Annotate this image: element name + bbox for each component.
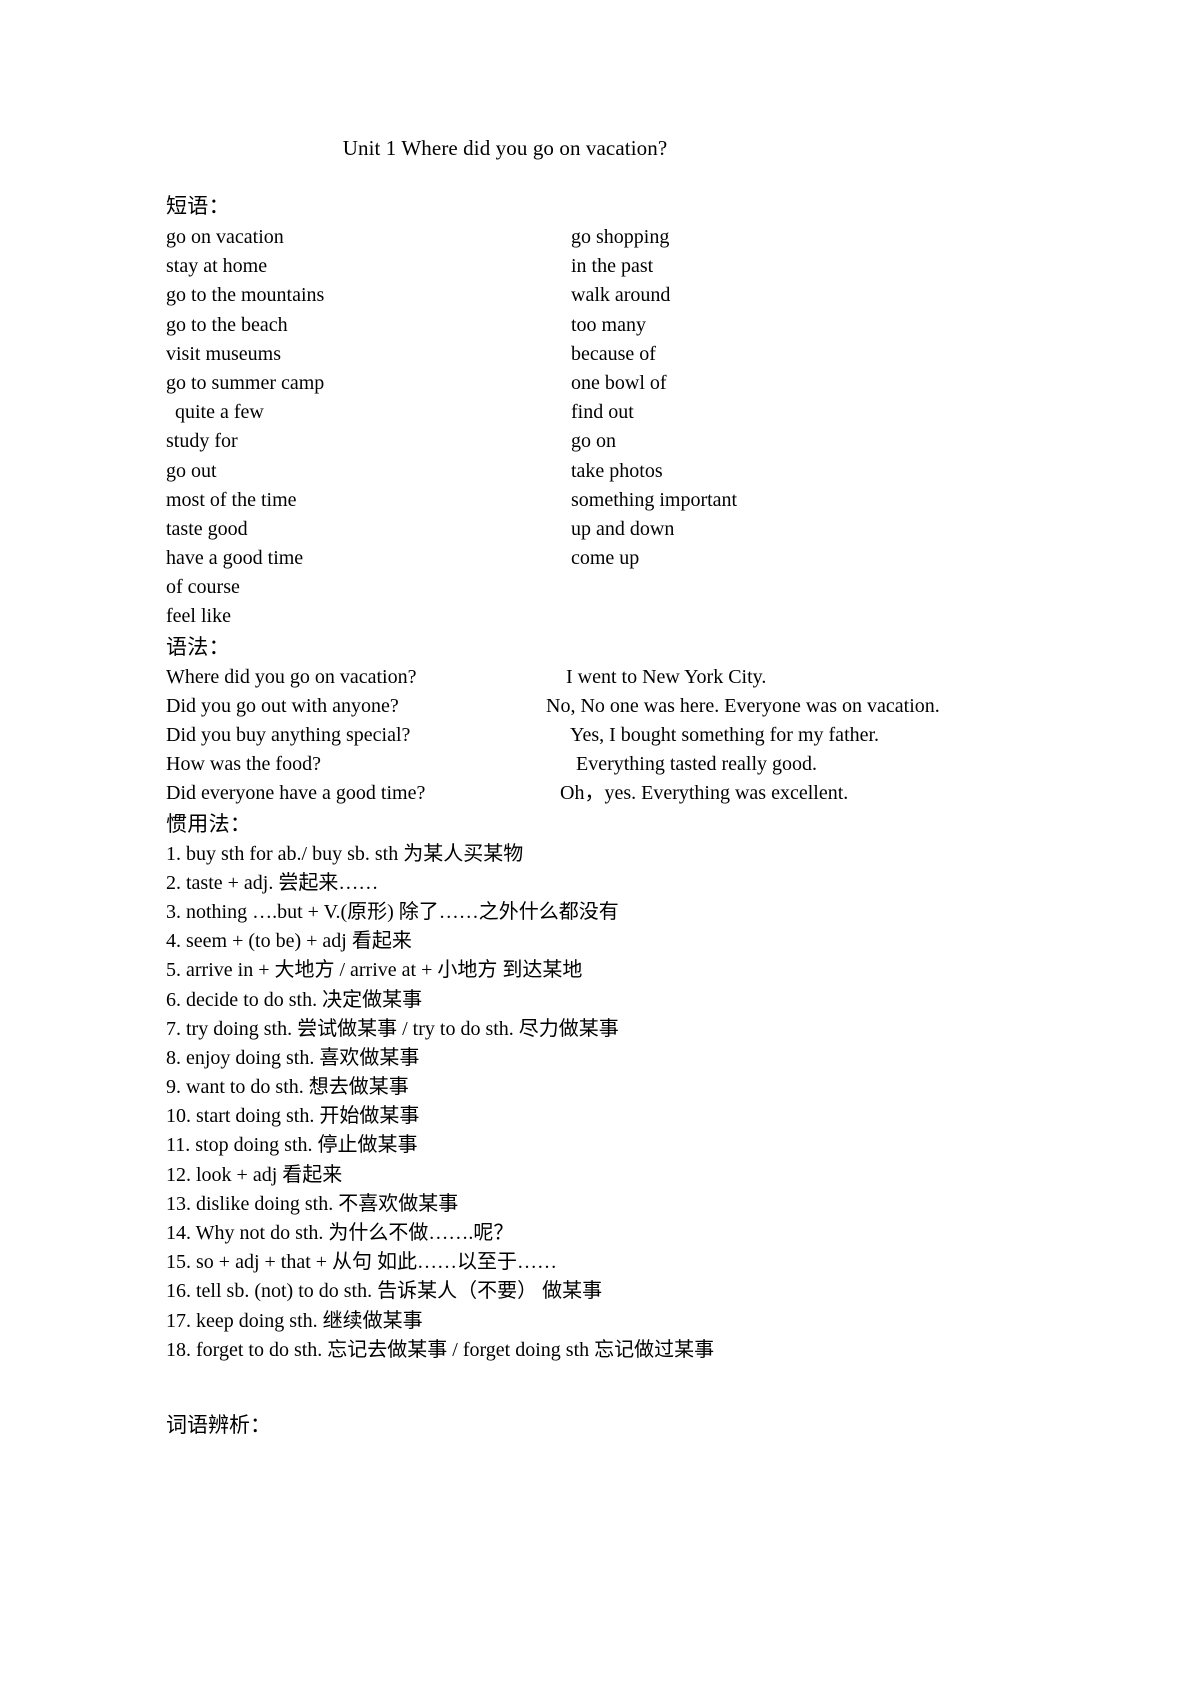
phrase-left: have a good time bbox=[166, 547, 304, 570]
grammar-qa-row: Where did you go on vacation? I went to … bbox=[166, 663, 1046, 692]
usage-list: 1. buy sth for ab./ buy sb. sth 为某人买某物 2… bbox=[166, 840, 1046, 1365]
usage-item: 9. want to do sth. 想去做某事 bbox=[166, 1076, 409, 1099]
phrase-row: go to the mountains walk around bbox=[166, 281, 1046, 310]
usage-item: 12. look + adj 看起来 bbox=[166, 1163, 343, 1186]
document-page: Unit 1 Where did you go on vacation? 短语：… bbox=[0, 0, 1200, 1698]
phrase-right: in the past bbox=[571, 255, 654, 278]
phrase-right: come up bbox=[571, 547, 640, 570]
grammar-heading: 语法： bbox=[166, 634, 230, 659]
phrase-left: stay at home bbox=[166, 255, 268, 278]
phrase-left: go to summer camp bbox=[166, 371, 325, 394]
phrase-right: find out bbox=[571, 401, 634, 424]
phrase-right: go on bbox=[571, 430, 616, 453]
phrase-row: most of the time something important bbox=[166, 486, 1046, 515]
grammar-qa-list: Where did you go on vacation? I went to … bbox=[166, 663, 1046, 809]
grammar-question: Did everyone have a good time? bbox=[166, 782, 426, 805]
phrase-left: visit museums bbox=[166, 342, 282, 365]
phrases-heading: 短语： bbox=[166, 194, 230, 218]
phrase-row: have a good time come up bbox=[166, 544, 1046, 573]
phrase-right: because of bbox=[571, 342, 656, 365]
phrase-row: go to the beach too many bbox=[166, 311, 1046, 340]
grammar-question: Where did you go on vacation? bbox=[166, 665, 417, 688]
grammar-qa-row: Did you go out with anyone? No, No one w… bbox=[166, 692, 1046, 721]
phrase-right: walk around bbox=[571, 284, 671, 307]
usage-item: 10. start doing sth. 开始做某事 bbox=[166, 1105, 420, 1128]
usage-item: 11. stop doing sth. 停止做某事 bbox=[166, 1134, 418, 1157]
phrase-left: taste good bbox=[166, 517, 248, 540]
grammar-answer: Oh，yes. Everything was excellent. bbox=[560, 782, 849, 805]
usage-item: 4. seem + (to be) + adj 看起来 bbox=[166, 930, 412, 953]
phrase-right: too many bbox=[571, 313, 646, 336]
phrase-right: up and down bbox=[571, 517, 675, 540]
grammar-qa-row: Did everyone have a good time? Oh，yes. E… bbox=[166, 779, 1046, 808]
phrase-row: feel like bbox=[166, 602, 1046, 631]
grammar-answer: No, No one was here. Everyone was on vac… bbox=[546, 694, 940, 717]
grammar-question: Did you go out with anyone? bbox=[166, 694, 399, 717]
usage-item: 16. tell sb. (not) to do sth. 告诉某人（不要） 做… bbox=[166, 1280, 603, 1303]
phrase-left: feel like bbox=[166, 605, 231, 628]
phrase-row: quite a few find out bbox=[166, 398, 1046, 427]
phrase-right: take photos bbox=[571, 459, 663, 482]
usage-item: 2. taste + adj. 尝起来…… bbox=[166, 871, 379, 894]
phrase-row: go on vacation go shopping bbox=[166, 223, 1046, 252]
usage-item: 5. arrive in + 大地方 / arrive at + 小地方 到达某… bbox=[166, 959, 583, 982]
usage-item: 1. buy sth for ab./ buy sb. sth 为某人买某物 bbox=[166, 842, 524, 865]
phrase-row: study for go on bbox=[166, 427, 1046, 456]
phrase-left: go to the beach bbox=[166, 313, 288, 336]
grammar-question: How was the food? bbox=[166, 753, 321, 776]
usage-item: 17. keep doing sth. 继续做某事 bbox=[166, 1309, 423, 1332]
grammar-answer: Yes, I bought something for my father. bbox=[570, 724, 880, 746]
phrase-right: one bowl of bbox=[571, 371, 667, 394]
grammar-question: Did you buy anything special? bbox=[166, 724, 411, 746]
phrase-row: taste good up and down bbox=[166, 515, 1046, 544]
usage-item: 14. Why not do sth. 为什么不做…….呢？ bbox=[166, 1222, 514, 1244]
phrase-row: visit museums because of bbox=[166, 340, 1046, 369]
usage-item: 13. dislike doing sth. 不喜欢做某事 bbox=[166, 1192, 459, 1215]
grammar-answer: Everything tasted really good. bbox=[576, 753, 818, 776]
phrase-list: go on vacation go shopping stay at home … bbox=[166, 223, 1046, 632]
usage-item: 8. enjoy doing sth. 喜欢做某事 bbox=[166, 1046, 420, 1069]
usage-item: 3. nothing ….but + V.(原形) 除了……之外什么都没有 bbox=[166, 900, 619, 923]
grammar-qa-row: How was the food? Everything tasted real… bbox=[166, 750, 1046, 779]
phrase-left: most of the time bbox=[166, 488, 297, 511]
grammar-answer: I went to New York City. bbox=[566, 665, 767, 688]
phrase-row: of course bbox=[166, 573, 1046, 602]
page-title: Unit 1 Where did you go on vacation? bbox=[342, 136, 668, 160]
usage-heading: 惯用法： bbox=[166, 811, 252, 836]
phrase-left: quite a few bbox=[175, 401, 264, 424]
phrase-left: go on vacation bbox=[166, 226, 284, 248]
phrase-left: study for bbox=[166, 430, 238, 453]
usage-item: 15. so + adj + that + 从句 如此……以至于…… bbox=[166, 1251, 558, 1274]
phrase-left: go to the mountains bbox=[166, 284, 325, 307]
usage-item: 18. forget to do sth. 忘记去做某事 / forget do… bbox=[166, 1338, 715, 1361]
phrase-right: something important bbox=[571, 488, 738, 511]
phrase-row: go out take photos bbox=[166, 457, 1046, 486]
phrase-right: go shopping bbox=[571, 226, 670, 248]
word-discrimination-heading: 词语辨析： bbox=[166, 1412, 271, 1437]
phrase-row: stay at home in the past bbox=[166, 252, 1046, 281]
phrase-left: go out bbox=[166, 459, 217, 482]
usage-item: 7. try doing sth. 尝试做某事 / try to do sth.… bbox=[166, 1017, 619, 1040]
usage-item: 6. decide to do sth. 决定做某事 bbox=[166, 988, 423, 1011]
phrase-left: of course bbox=[166, 576, 240, 599]
grammar-qa-row: Did you buy anything special? Yes, I bou… bbox=[166, 721, 1046, 750]
phrase-row: go to summer camp one bowl of bbox=[166, 369, 1046, 398]
document-body: 短语： go on vacation go shopping stay at h… bbox=[166, 192, 1046, 1440]
